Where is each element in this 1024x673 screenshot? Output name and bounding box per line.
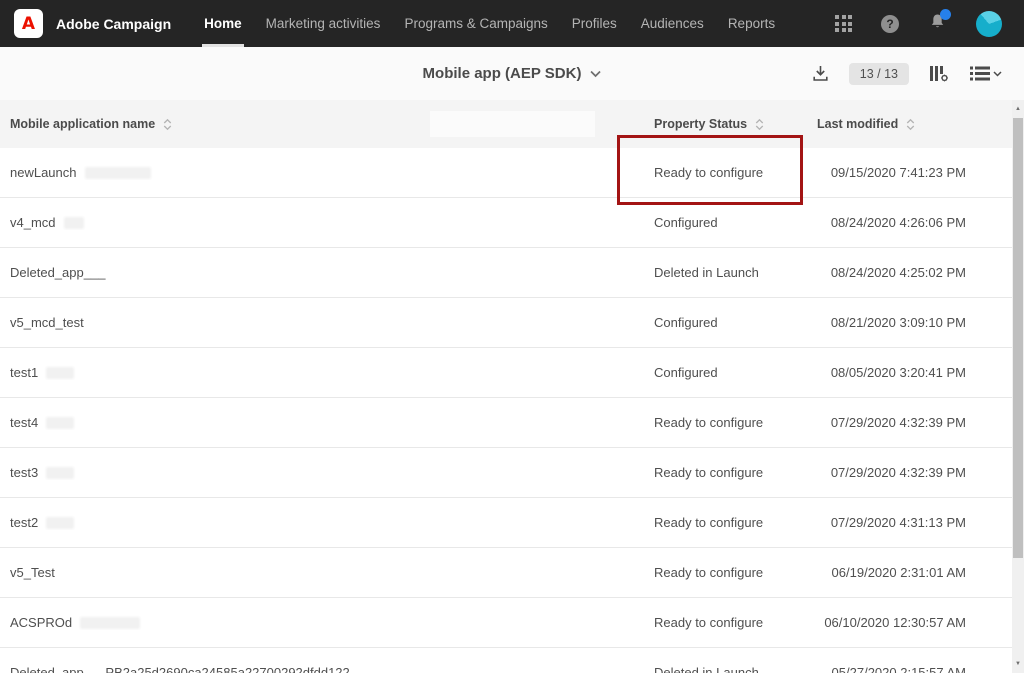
column-header-status[interactable]: Property Status — [654, 117, 817, 131]
app-name-cell: newLaunch — [10, 165, 654, 180]
redacted-area — [46, 367, 74, 379]
modified-cell: 08/24/2020 4:25:02 PM — [817, 265, 966, 280]
top-navbar: A Adobe Campaign Home Marketing activiti… — [0, 0, 1024, 47]
table-row[interactable]: test1 Configured 08/05/2020 3:20:41 PM — [0, 348, 1024, 398]
column-header-modified-label: Last modified — [817, 117, 898, 131]
sort-icon — [754, 118, 765, 131]
table-row[interactable]: ACSPROd Ready to configure 06/10/2020 12… — [0, 598, 1024, 648]
help-icon[interactable]: ? — [881, 15, 899, 33]
table-row[interactable]: Deleted_app___ Deleted in Launch 08/24/2… — [0, 248, 1024, 298]
app-name-cell: test3 — [10, 465, 654, 480]
app-name-cell: v5_mcd_test — [10, 315, 654, 330]
scrollbar-thumb[interactable] — [1013, 118, 1023, 558]
view-options-icon[interactable] — [969, 65, 1002, 82]
app-name-cell: v4_mcd — [10, 215, 654, 230]
status-cell: Deleted in Launch — [654, 265, 817, 280]
nav-item-programs-campaigns[interactable]: Programs & Campaigns — [404, 0, 547, 47]
modified-cell: 08/05/2020 3:20:41 PM — [817, 365, 966, 380]
status-cell: Ready to configure — [654, 415, 817, 430]
table-row[interactable]: v5_Test Ready to configure 06/19/2020 2:… — [0, 548, 1024, 598]
app-title: Adobe Campaign — [56, 16, 171, 32]
column-header-modified[interactable]: Last modified — [817, 117, 966, 131]
item-count-badge: 13 / 13 — [849, 63, 909, 85]
column-header-name-label: Mobile application name — [10, 117, 155, 131]
adobe-logo-letter: A — [22, 14, 35, 34]
nav-item-reports[interactable]: Reports — [728, 0, 775, 47]
app-name-cell: test4 — [10, 415, 654, 430]
redacted-area — [85, 167, 151, 179]
list-toolbar: Mobile app (AEP SDK) 13 / 13 — [0, 47, 1024, 100]
entity-type-label: Mobile app (AEP SDK) — [423, 65, 582, 82]
apps-grid-icon[interactable] — [835, 15, 852, 32]
table-row[interactable]: v4_mcd Configured 08/24/2020 4:26:06 PM — [0, 198, 1024, 248]
app-window: A Adobe Campaign Home Marketing activiti… — [0, 0, 1024, 673]
scroll-down-arrow[interactable]: ▼ — [1012, 657, 1024, 671]
redacted-area — [430, 111, 595, 137]
app-name-cell: test1 — [10, 365, 654, 380]
redacted-area — [46, 417, 74, 429]
status-cell: Configured — [654, 365, 817, 380]
table-row[interactable]: test3 Ready to configure 07/29/2020 4:32… — [0, 448, 1024, 498]
toolbar-actions: 13 / 13 — [811, 63, 1024, 85]
modified-cell: 05/27/2020 2:15:57 AM — [817, 665, 966, 673]
navbar-right-icons: ? — [835, 11, 1002, 37]
chevron-down-icon — [589, 70, 601, 78]
notifications-bell-icon[interactable] — [928, 12, 947, 36]
modified-cell: 09/15/2020 7:41:23 PM — [817, 165, 966, 180]
status-cell: Ready to configure — [654, 465, 817, 480]
redacted-area — [80, 617, 140, 629]
vertical-scrollbar[interactable]: ▲ ▼ — [1012, 100, 1024, 673]
configure-columns-icon[interactable] — [928, 64, 950, 83]
nav-item-home[interactable]: Home — [204, 0, 242, 47]
table-row[interactable]: test2 Ready to configure 07/29/2020 4:31… — [0, 498, 1024, 548]
status-cell: Configured — [654, 315, 817, 330]
scroll-up-arrow[interactable]: ▲ — [1012, 102, 1024, 116]
modified-cell: 07/29/2020 4:32:39 PM — [817, 465, 966, 480]
table-row[interactable]: v5_mcd_test Configured 08/21/2020 3:09:1… — [0, 298, 1024, 348]
redacted-area — [46, 467, 74, 479]
app-name-cell: v5_Test — [10, 565, 654, 580]
status-cell: Ready to configure — [654, 515, 817, 530]
nav-item-audiences[interactable]: Audiences — [641, 0, 704, 47]
notification-badge — [940, 9, 951, 20]
modified-cell: 06/10/2020 12:30:57 AM — [817, 615, 966, 630]
modified-cell: 08/21/2020 3:09:10 PM — [817, 315, 966, 330]
sort-icon — [905, 118, 916, 131]
avatar[interactable] — [976, 11, 1002, 37]
modified-cell: 06/19/2020 2:31:01 AM — [817, 565, 966, 580]
redacted-area — [46, 517, 74, 529]
download-icon[interactable] — [811, 64, 830, 83]
sort-icon — [162, 118, 173, 131]
mobile-app-table: newLaunch Ready to configure 09/15/2020 … — [0, 148, 1024, 673]
modified-cell: 07/29/2020 4:31:13 PM — [817, 515, 966, 530]
table-row[interactable]: test4 Ready to configure 07/29/2020 4:32… — [0, 398, 1024, 448]
main-nav: Home Marketing activities Programs & Cam… — [204, 0, 799, 47]
modified-cell: 07/29/2020 4:32:39 PM — [817, 415, 966, 430]
status-cell: Configured — [654, 215, 817, 230]
nav-item-profiles[interactable]: Profiles — [572, 0, 617, 47]
app-name-cell: ACSPROd — [10, 615, 654, 630]
app-name-cell: test2 — [10, 515, 654, 530]
table-row[interactable]: newLaunch Ready to configure 09/15/2020 … — [0, 148, 1024, 198]
redacted-area — [64, 217, 84, 229]
column-header-status-label: Property Status — [654, 117, 747, 131]
entity-type-dropdown[interactable]: Mobile app (AEP SDK) — [423, 65, 602, 82]
app-name-cell: Deleted_app___PB2a25d2690ca24585a2270029… — [10, 665, 654, 673]
table-row[interactable]: Deleted_app___PB2a25d2690ca24585a2270029… — [0, 648, 1024, 673]
status-cell: Ready to configure — [654, 565, 817, 580]
status-cell: Deleted in Launch — [654, 665, 817, 673]
adobe-logo[interactable]: A — [14, 9, 43, 38]
nav-item-marketing-activities[interactable]: Marketing activities — [266, 0, 381, 47]
table-header-row: Mobile application name Property Status … — [0, 100, 1024, 148]
modified-cell: 08/24/2020 4:26:06 PM — [817, 215, 966, 230]
status-cell: Ready to configure — [654, 165, 817, 180]
app-name-cell: Deleted_app___ — [10, 265, 654, 280]
status-cell: Ready to configure — [654, 615, 817, 630]
